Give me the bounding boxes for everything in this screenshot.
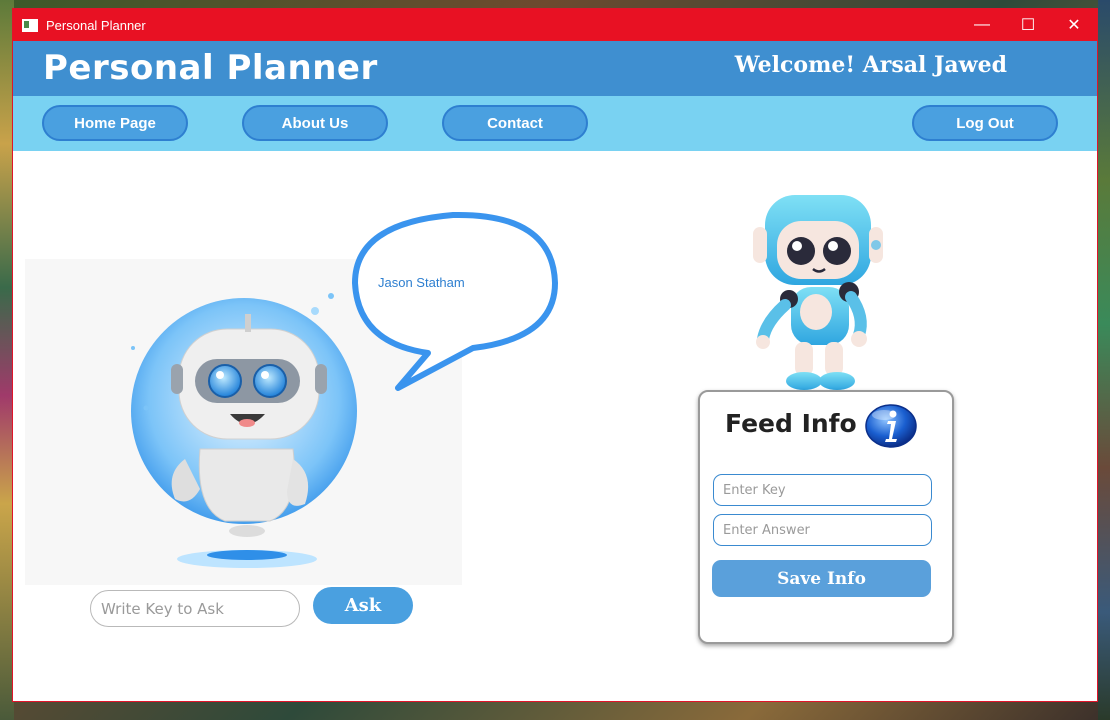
maximize-button[interactable]: ☐ — [1005, 9, 1051, 41]
speech-bubble-text: Jason Statham — [378, 275, 465, 290]
feed-info-title: Feed Info — [725, 409, 857, 438]
speech-bubble-icon — [352, 211, 558, 391]
about-us-button[interactable]: About Us — [242, 105, 388, 141]
app-header: Personal Planner Welcome! Arsal Jawed — [13, 41, 1097, 96]
feed-info-card: Feed Info Save Info — [698, 390, 954, 644]
minimize-button[interactable]: — — [959, 9, 1005, 41]
contact-button[interactable]: Contact — [442, 105, 588, 141]
desktop-background-right — [1098, 0, 1110, 720]
window-title: Personal Planner — [46, 17, 146, 33]
window-controls: — ☐ ✕ — [959, 9, 1097, 41]
title-bar[interactable]: Personal Planner — ☐ ✕ — [13, 9, 1097, 41]
nav-bar: Home Page About Us Contact Log Out — [13, 96, 1097, 151]
info-icon — [865, 404, 917, 448]
ask-key-input[interactable] — [90, 590, 300, 627]
welcome-message: Welcome! Arsal Jawed — [734, 52, 1007, 78]
app-window: Personal Planner — ☐ ✕ Personal Planner … — [12, 8, 1098, 702]
log-out-button[interactable]: Log Out — [912, 105, 1058, 141]
save-info-button[interactable]: Save Info — [712, 560, 931, 597]
robot-mascot-image — [753, 195, 883, 390]
enter-key-field[interactable] — [713, 474, 932, 506]
brand-title: Personal Planner — [43, 48, 378, 88]
ask-button[interactable]: Ask — [313, 587, 413, 624]
close-button[interactable]: ✕ — [1051, 9, 1097, 41]
enter-answer-field[interactable] — [713, 514, 932, 546]
app-icon — [22, 18, 38, 32]
home-page-button[interactable]: Home Page — [42, 105, 188, 141]
main-content: Jason Statham Ask — [13, 151, 1097, 701]
